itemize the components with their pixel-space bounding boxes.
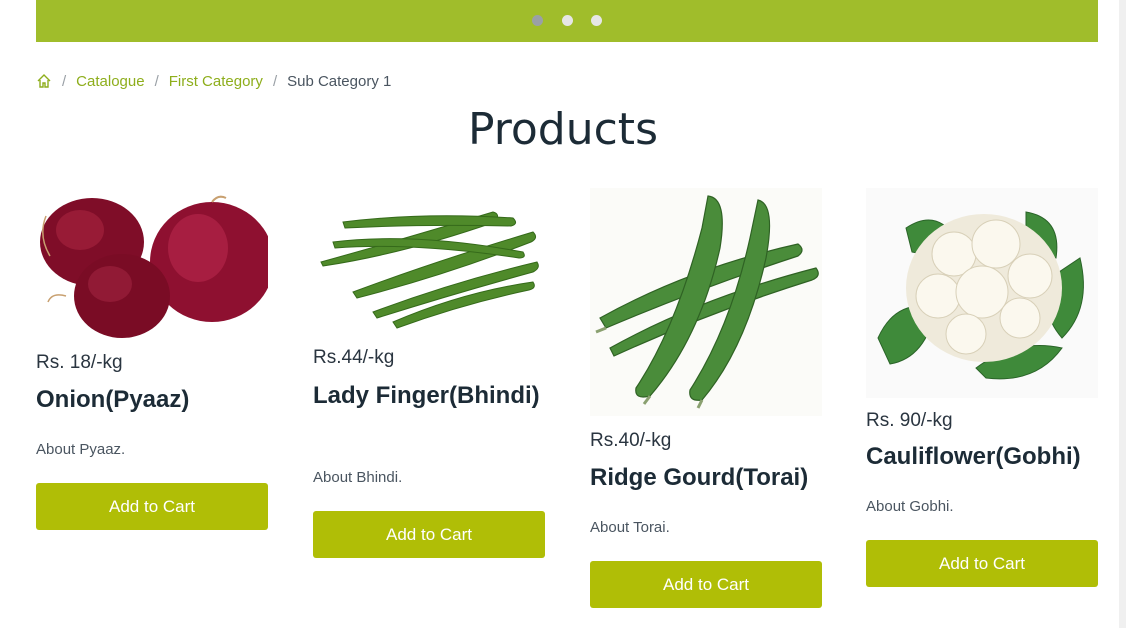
- carousel-dot-1[interactable]: [532, 15, 544, 26]
- home-icon[interactable]: [36, 73, 52, 89]
- breadcrumb-link-catalogue[interactable]: Catalogue: [76, 73, 144, 90]
- product-price: Rs.40/-kg: [590, 430, 672, 451]
- product-about: About Bhindi.: [313, 469, 403, 486]
- carousel-dot-3[interactable]: [590, 15, 602, 26]
- product-name[interactable]: Cauliflower(Gobhi): [866, 441, 1098, 473]
- product-name[interactable]: Ridge Gourd(Torai): [590, 462, 822, 494]
- breadcrumb: / Catalogue / First Category / Sub Categ…: [36, 70, 391, 92]
- lady-finger-image[interactable]: [313, 192, 545, 330]
- add-to-cart-button[interactable]: Add to Cart: [590, 561, 822, 608]
- add-to-cart-button[interactable]: Add to Cart: [866, 540, 1098, 587]
- carousel-dot-2[interactable]: [561, 15, 573, 26]
- product-price: Rs. 18/-kg: [36, 352, 123, 373]
- add-to-cart-button[interactable]: Add to Cart: [313, 511, 545, 558]
- product-about: About Pyaaz.: [36, 441, 126, 458]
- breadcrumb-separator: /: [62, 72, 67, 90]
- product-price: Rs. 90/-kg: [866, 410, 953, 431]
- breadcrumb-link-first-category[interactable]: First Category: [169, 73, 263, 90]
- breadcrumb-current: Sub Category 1: [287, 72, 392, 90]
- carousel-dots: [36, 13, 1098, 31]
- product-name[interactable]: Onion(Pyaaz): [36, 384, 268, 416]
- onion-image[interactable]: [36, 186, 268, 342]
- product-about: About Gobhi.: [866, 498, 954, 515]
- product-price: Rs.44/-kg: [313, 347, 395, 368]
- ridge-gourd-image[interactable]: [590, 188, 822, 416]
- product-name[interactable]: Lady Finger(Bhindi): [313, 380, 545, 412]
- page-title: Products: [468, 104, 658, 155]
- breadcrumb-separator: /: [272, 72, 278, 90]
- cauliflower-image[interactable]: [866, 188, 1098, 398]
- carousel-banner: [36, 0, 1098, 42]
- add-to-cart-button[interactable]: Add to Cart: [36, 483, 268, 530]
- breadcrumb-separator: /: [154, 72, 159, 90]
- product-about: About Torai.: [590, 519, 670, 536]
- page-scrollbar[interactable]: [1119, 0, 1126, 628]
